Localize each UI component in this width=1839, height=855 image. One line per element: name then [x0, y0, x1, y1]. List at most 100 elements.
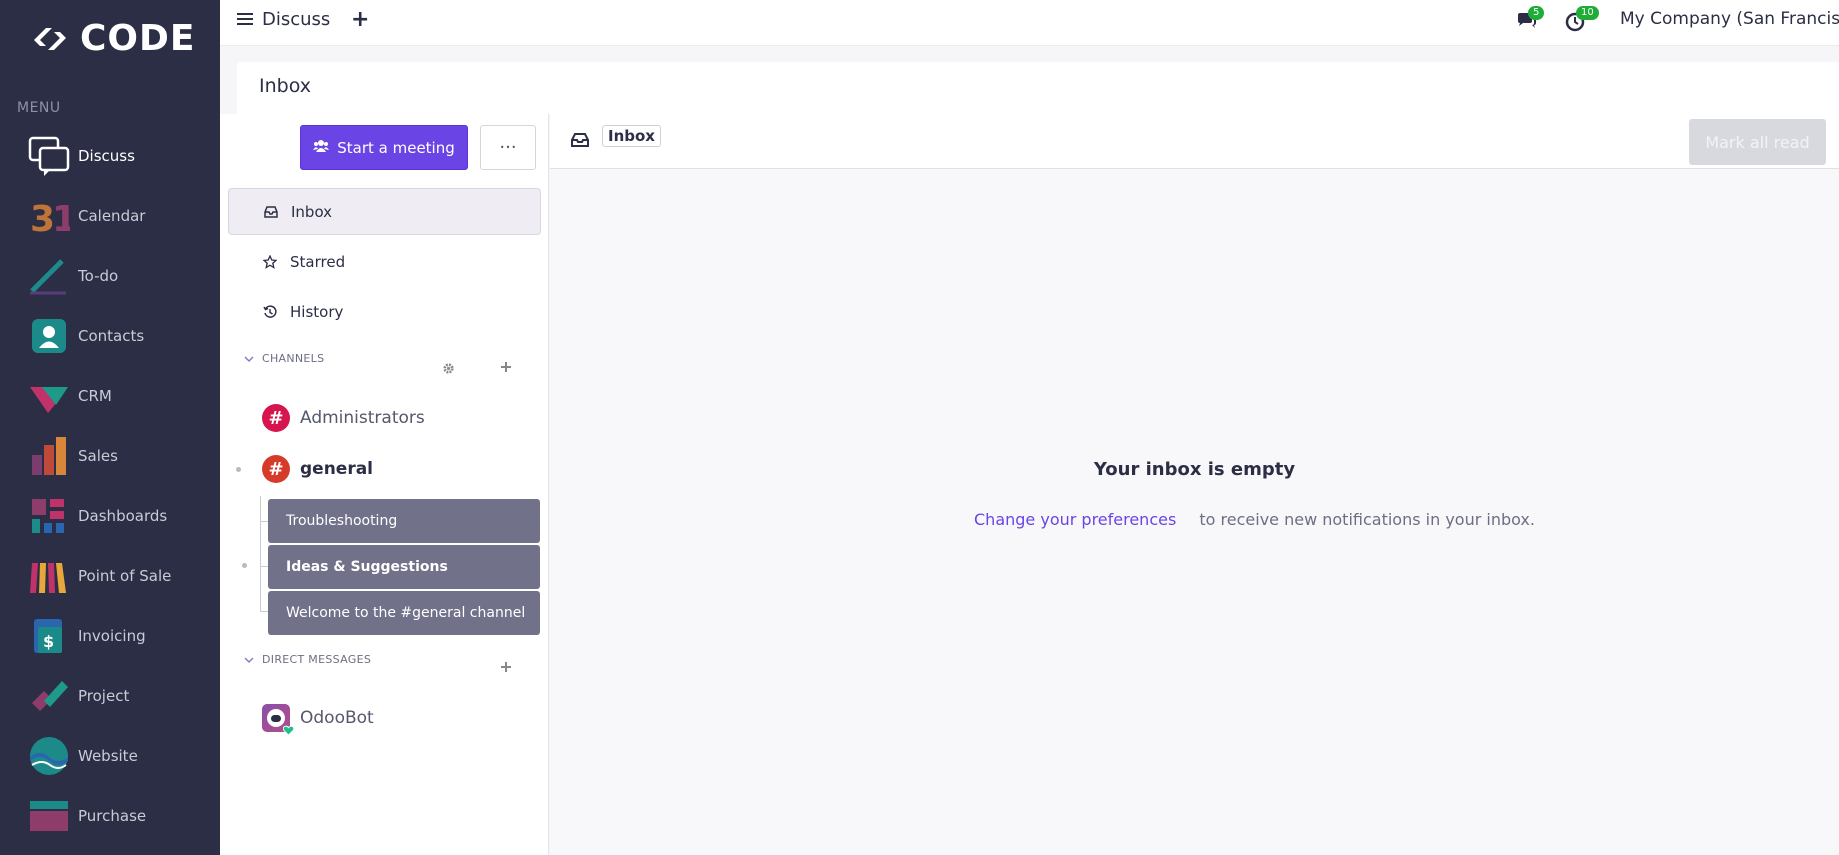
messages-count-badge: 5 [1528, 6, 1545, 20]
app-label: Website [78, 747, 138, 765]
mailbox-label: Inbox [291, 202, 333, 221]
app-label: Project [78, 687, 130, 705]
app-label: Point of Sale [78, 567, 172, 585]
app-label: Purchase [78, 807, 147, 825]
start-meeting-button[interactable]: Start a meeting [300, 125, 468, 170]
app-sales[interactable]: Sales [0, 430, 220, 482]
discuss-sidebar: Start a meeting ··· Inbox Starred Histor… [220, 114, 549, 855]
crm-icon [28, 375, 70, 417]
app-label: Discuss [78, 147, 135, 165]
app-calendar[interactable]: 31 Calendar [0, 190, 220, 242]
breadcrumb: Inbox [259, 75, 311, 97]
thread-label: Welcome to the #general channel [286, 605, 526, 621]
channel-name: Administrators [300, 408, 425, 428]
odoobot-avatar [262, 704, 294, 736]
new-plus-button[interactable]: + [351, 7, 369, 32]
unread-dot [236, 467, 241, 472]
thread-view: Inbox Mark all read Your inbox is empty … [550, 114, 1839, 855]
discuss-icon [28, 135, 70, 177]
menu-title: MENU [17, 100, 61, 116]
code-logo-icon [34, 27, 66, 50]
app-crm[interactable]: CRM [0, 370, 220, 422]
change-preferences-link[interactable]: Change your preferences [974, 510, 1176, 529]
mailbox-inbox[interactable]: Inbox [228, 188, 541, 235]
mailbox-history[interactable]: History [228, 288, 541, 335]
inbox-icon [263, 204, 279, 220]
inbox-icon [571, 132, 589, 150]
app-purchase[interactable]: Purchase [0, 790, 220, 842]
thread-label: Ideas & Suggestions [286, 559, 448, 575]
app-dashboards[interactable]: Dashboards [0, 490, 220, 542]
app-title[interactable]: Discuss [262, 9, 330, 30]
unread-dot [242, 563, 247, 568]
thread-welcome-general[interactable]: Welcome to the #general channel [268, 591, 540, 635]
add-channel-plus-icon[interactable] [498, 359, 514, 375]
direct-messages-header: DIRECT MESSAGES [262, 653, 372, 666]
hamburger-menu-icon[interactable] [236, 10, 254, 28]
app-sidebar: CODE MENU Discuss 31 Calendar To-do Cont… [0, 0, 220, 855]
channel-general[interactable]: # general [262, 452, 373, 486]
invoicing-icon: $ [28, 615, 70, 657]
empty-state-title: Your inbox is empty [1093, 459, 1296, 480]
users-icon [313, 139, 330, 157]
brand-name: CODE [80, 18, 196, 59]
dashboards-icon [28, 495, 70, 537]
svg-text:$: $ [43, 632, 54, 651]
hashtag-icon: # [262, 404, 290, 432]
chevron-down-icon [244, 356, 254, 362]
app-label: CRM [78, 387, 112, 405]
channel-settings-gear-icon[interactable] [440, 360, 456, 376]
channels-category[interactable]: CHANNELS [244, 352, 324, 365]
app-todo[interactable]: To-do [0, 250, 220, 302]
app-label: To-do [78, 267, 119, 285]
app-label: Sales [78, 447, 118, 465]
purchase-icon [28, 795, 70, 837]
point-of-sale-icon [28, 555, 70, 597]
mailbox-starred[interactable]: Starred [228, 238, 541, 285]
dm-name: OdooBot [300, 708, 374, 728]
project-icon [28, 675, 70, 717]
thread-troubleshooting[interactable]: Troubleshooting [268, 499, 540, 543]
online-heart-icon [283, 725, 294, 736]
channel-administrators[interactable]: # Administrators [262, 401, 425, 435]
hashtag-icon: # [262, 455, 290, 483]
top-navbar: Discuss + 5 10 My Company (San Francisco [220, 0, 1839, 46]
mailbox-label: History [290, 302, 344, 321]
contacts-icon [28, 315, 70, 357]
dm-odoobot[interactable]: OdooBot [262, 701, 374, 736]
empty-state-description: to receive new notifications in your inb… [1199, 510, 1535, 529]
channels-header: CHANNELS [262, 352, 325, 365]
website-icon [28, 735, 70, 777]
app-invoicing[interactable]: $ Invoicing [0, 610, 220, 662]
todo-icon [28, 255, 70, 297]
control-panel: Inbox [237, 62, 1839, 114]
empty-state-text: Change your preferences to receive new n… [974, 510, 1535, 529]
history-icon [262, 304, 278, 320]
app-project[interactable]: Project [0, 670, 220, 722]
thread-ideas-suggestions[interactable]: Ideas & Suggestions [268, 545, 540, 589]
direct-messages-category[interactable]: DIRECT MESSAGES [244, 653, 371, 666]
sales-icon [28, 435, 70, 477]
calendar-icon: 31 [28, 195, 70, 237]
ellipsis-icon: ··· [499, 137, 517, 158]
channel-name: general [300, 459, 374, 479]
app-contacts[interactable]: Contacts [0, 310, 220, 362]
thread-label: Troubleshooting [286, 513, 398, 529]
app-point-of-sale[interactable]: Point of Sale [0, 550, 220, 602]
app-label: Calendar [78, 207, 146, 225]
app-label: Invoicing [78, 627, 146, 645]
add-direct-message-plus-icon[interactable] [498, 659, 514, 675]
app-label: Dashboards [78, 507, 168, 525]
app-discuss[interactable]: Discuss [0, 130, 220, 182]
svg-text:1: 1 [52, 199, 70, 237]
brand-logo[interactable]: CODE [28, 18, 196, 59]
company-switcher[interactable]: My Company (San Francisco [1620, 9, 1839, 29]
start-meeting-label: Start a meeting [337, 138, 455, 157]
app-label: Contacts [78, 327, 145, 345]
thread-title: Inbox [602, 125, 661, 147]
mark-all-read-button[interactable]: Mark all read [1689, 119, 1826, 165]
activities-count-badge: 10 [1576, 6, 1599, 20]
more-options-button[interactable]: ··· [480, 125, 536, 170]
thread-header: Inbox Mark all read [550, 114, 1839, 169]
app-website[interactable]: Website [0, 730, 220, 782]
